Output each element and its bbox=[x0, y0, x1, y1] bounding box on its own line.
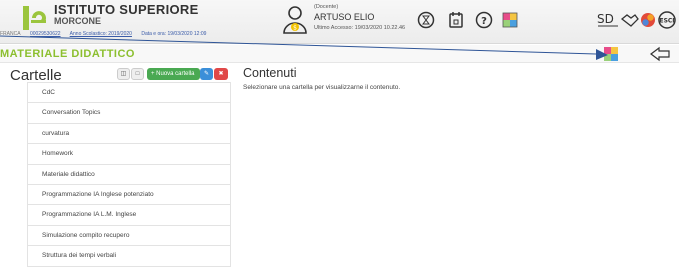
edit-folder-button[interactable]: ✎ bbox=[200, 68, 213, 80]
new-folder-button[interactable]: + Nuova cartella bbox=[147, 68, 200, 80]
content-placeholder: Selezionare una cartella per visualizzar… bbox=[243, 84, 401, 91]
folder-list-item[interactable]: Simulazione compito recupero bbox=[28, 226, 230, 247]
delete-folder-button[interactable]: ✖ bbox=[214, 68, 228, 80]
folder-list-item[interactable]: Homework bbox=[28, 144, 230, 165]
folder-list: CdC Conversation Topics curvatura Homework M… bbox=[27, 82, 231, 267]
folder-list-item[interactable]: Programmazione IA Inglese potenziato bbox=[28, 185, 230, 206]
folder-view-button[interactable]: ◫ bbox=[117, 68, 130, 80]
folder-list-item[interactable]: Materiale didattico bbox=[28, 165, 230, 185]
folder-open-button[interactable]: □ bbox=[131, 68, 144, 80]
folder-list-item[interactable]: CdC bbox=[28, 83, 230, 104]
folder-list-item[interactable]: Struttura dei tempi verbali bbox=[28, 246, 230, 267]
annotation-arrow bbox=[0, 35, 608, 60]
folder-list-item[interactable]: Programmazione IA L.M. Inglese bbox=[28, 205, 230, 226]
content-title: Contenuti bbox=[243, 66, 297, 80]
folder-list-item[interactable]: curvatura bbox=[28, 124, 230, 145]
folder-list-item[interactable]: Conversation Topics bbox=[28, 103, 230, 124]
